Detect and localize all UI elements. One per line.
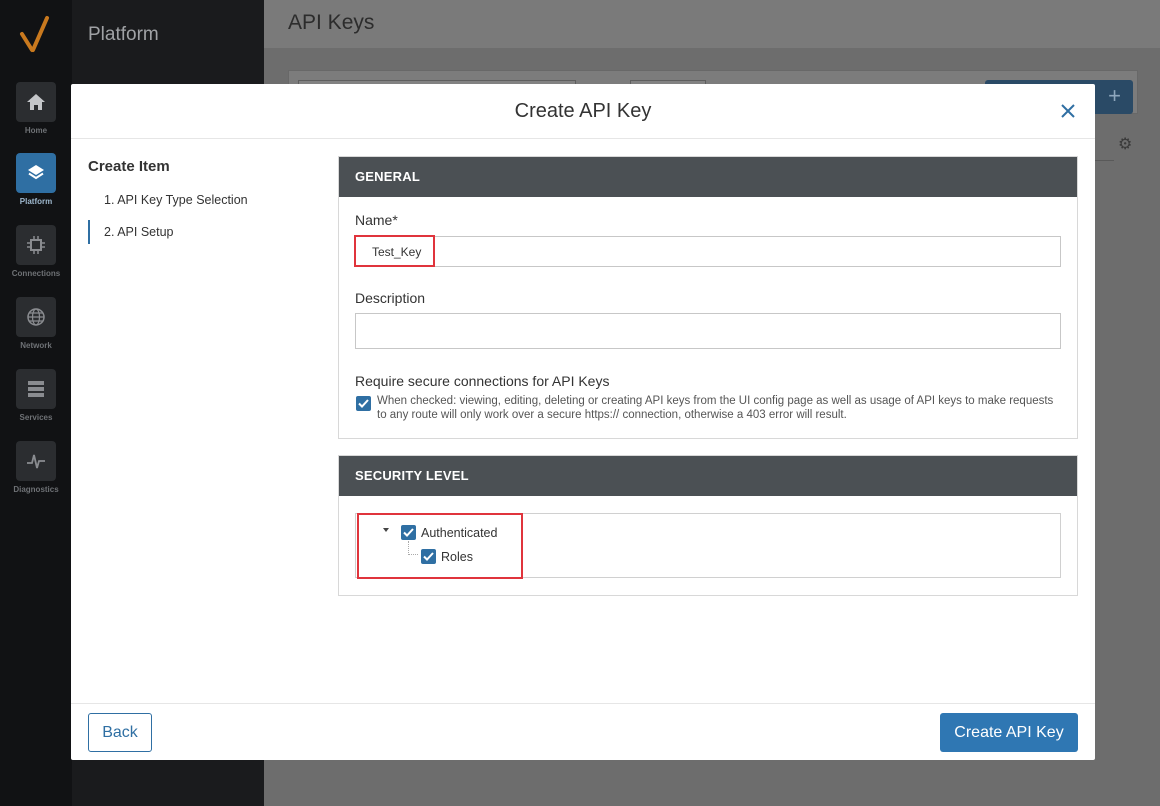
secure-connections-help: When checked: viewing, editing, deleting… (377, 395, 1054, 421)
rail-item-platform[interactable]: Platform (0, 153, 72, 215)
connections-icon (16, 225, 56, 265)
brand-logo-icon (20, 16, 49, 52)
roles-label[interactable]: Roles (441, 550, 473, 564)
icon-rail: Home Platform Connections Network Servic… (0, 0, 72, 806)
create-api-key-modal: Create API Key Create Item 1. API Key Ty… (71, 84, 1095, 760)
name-input[interactable] (355, 236, 1061, 267)
steps-title: Create Item (88, 158, 170, 175)
rail-item-diagnostics[interactable]: Diagnostics (0, 441, 72, 503)
create-api-key-button[interactable]: Create API Key (940, 713, 1078, 752)
caret-down-icon[interactable] (383, 528, 389, 532)
authenticated-checkbox[interactable] (401, 525, 416, 540)
page-header: API Keys (264, 0, 1160, 48)
general-panel-header: GENERAL (339, 157, 1077, 197)
name-label: Name* (355, 212, 398, 228)
layers-icon (16, 153, 56, 193)
step-api-setup[interactable]: 2. API Setup (88, 220, 308, 244)
description-label: Description (355, 290, 426, 306)
rail-label-connections: Connections (11, 269, 61, 278)
gear-icon[interactable]: ⚙ (1118, 134, 1132, 154)
authenticated-label[interactable]: Authenticated (421, 526, 497, 540)
rail-item-connections[interactable]: Connections (0, 225, 72, 287)
server-icon (16, 369, 56, 409)
rail-label-services: Services (19, 413, 53, 422)
tree-connector (408, 541, 418, 555)
security-level-panel: SECURITY LEVEL Authenticated Roles (338, 455, 1078, 596)
secure-connections-label: Require secure connections for API Keys (355, 373, 610, 389)
rail-item-home[interactable]: Home (0, 82, 72, 144)
secure-connections-checkbox[interactable] (356, 396, 371, 411)
back-button[interactable]: Back (88, 713, 152, 752)
modal-title: Create API Key (514, 100, 652, 122)
globe-icon (16, 297, 56, 337)
security-level-header: SECURITY LEVEL (339, 456, 1077, 496)
page-title: API Keys (288, 11, 375, 34)
rail-label-home: Home (24, 126, 48, 135)
security-tree (355, 513, 1061, 578)
rail-item-services[interactable]: Services (0, 369, 72, 431)
general-panel: GENERAL Name* Description Require secure… (338, 156, 1078, 439)
description-input[interactable] (355, 313, 1061, 349)
rail-label-network: Network (20, 341, 52, 350)
step-type-selection[interactable]: 1. API Key Type Selection (88, 188, 308, 212)
roles-checkbox[interactable] (421, 549, 436, 564)
sidebar-title: Platform (88, 24, 159, 45)
modal-header: Create API Key (71, 84, 1095, 139)
pulse-icon (16, 441, 56, 481)
home-icon (16, 82, 56, 122)
rail-label-diagnostics: Diagnostics (13, 485, 59, 494)
rail-label-platform: Platform (19, 197, 53, 206)
close-icon[interactable] (1058, 101, 1078, 121)
rail-item-network[interactable]: Network (0, 297, 72, 359)
modal-footer: Back Create API Key (71, 703, 1095, 760)
